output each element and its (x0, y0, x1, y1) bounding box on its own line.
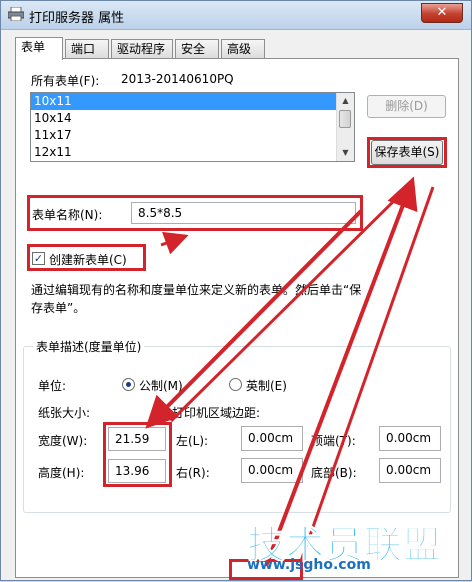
watermark-url: www.jsgho.com (247, 557, 371, 573)
annotation-arrows (145, 176, 435, 567)
tab-forms[interactable]: 表单 (15, 37, 63, 60)
arrow-to-width-input (145, 209, 363, 429)
arrow-to-form-name (160, 231, 189, 255)
arrow-to-width-input-2 (169, 187, 408, 423)
arrow-to-save-button-2 (299, 186, 435, 562)
print-server-properties-window: 打印服务器 属性 ✕ 表单 端口 驱动程序 安全 高级 所有表单(F): 201… (0, 0, 472, 581)
arrow-to-save-button (264, 176, 418, 567)
